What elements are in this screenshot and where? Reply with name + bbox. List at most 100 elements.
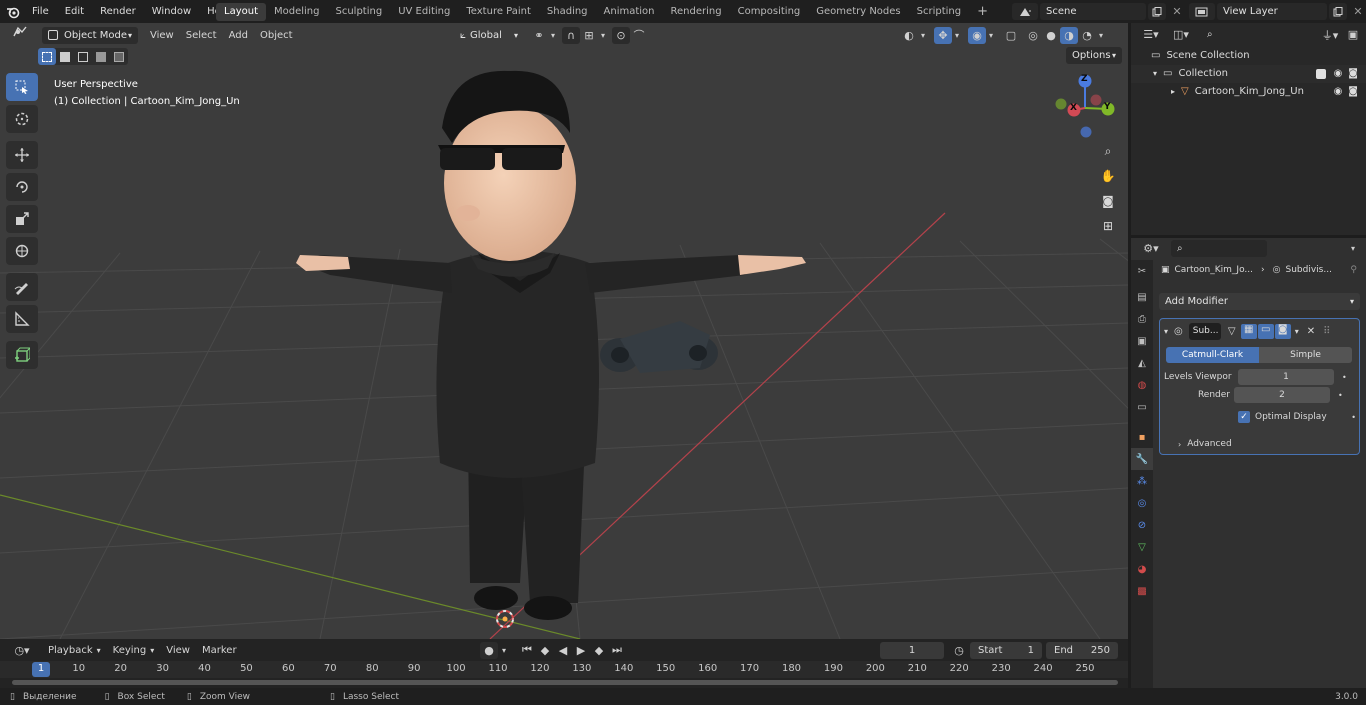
menu-edit[interactable]: Edit xyxy=(57,0,92,23)
menu-file[interactable]: File xyxy=(24,0,57,23)
viewport-menu-add[interactable]: Add xyxy=(223,27,254,44)
mode-dropdown[interactable]: Object Mode ▾ xyxy=(42,26,138,44)
modifier-name-field[interactable]: Sub... xyxy=(1188,322,1221,340)
cage-toggle-icon[interactable]: ▦ xyxy=(1240,323,1257,339)
viewport-menu-view[interactable]: View xyxy=(144,27,180,44)
xray-toggle-icon[interactable]: ▢ xyxy=(1002,27,1020,44)
keyframe-dot-icon[interactable]: • xyxy=(1351,413,1356,422)
catmull-clark-button[interactable]: Catmull-Clark xyxy=(1166,347,1259,363)
snap-magnet-icon[interactable]: ∩ xyxy=(562,26,580,44)
view-layer-tab-icon[interactable]: ▣ xyxy=(1131,330,1153,352)
chevron-down-icon[interactable]: ▾ xyxy=(598,27,608,44)
chevron-down-icon[interactable]: ▾ xyxy=(952,27,962,44)
outliner-row-object[interactable]: ▸ ▽ Cartoon_Kim_Jong_Un ◉ ◙ xyxy=(1131,83,1366,101)
optimal-display-checkbox[interactable]: ✓ xyxy=(1238,411,1250,423)
transform-orientation-dropdown[interactable]: ⟀ Global ▾ xyxy=(454,27,524,44)
chevron-down-icon[interactable]: ▾ xyxy=(1295,327,1299,336)
collection-tab-icon[interactable]: ▭ xyxy=(1131,396,1153,418)
timeline-scrollbar[interactable] xyxy=(12,680,1118,685)
select-invert-icon[interactable] xyxy=(92,48,110,65)
filter-icon[interactable]: ⏚▾ xyxy=(1316,26,1344,43)
new-collection-icon[interactable]: ▣ xyxy=(1344,26,1362,43)
chevron-down-icon[interactable]: ▾ xyxy=(498,642,510,659)
properties-search-input[interactable]: ⌕ xyxy=(1171,240,1267,257)
overlay-toggle-icon[interactable]: ◉ xyxy=(968,26,986,44)
object-tab-icon[interactable]: ▪ xyxy=(1131,426,1153,448)
scene-name-field[interactable]: Scene xyxy=(1040,3,1146,20)
options-dropdown[interactable]: Options ▾ xyxy=(1066,47,1122,64)
collapse-icon[interactable]: ▾ xyxy=(1164,327,1168,336)
tab-modeling[interactable]: Modeling xyxy=(266,3,328,21)
checkbox-icon[interactable] xyxy=(1315,69,1326,79)
simple-button[interactable]: Simple xyxy=(1259,347,1352,363)
camera-icon[interactable]: ◙ xyxy=(1097,190,1119,212)
zoom-icon[interactable]: ⌕ xyxy=(1097,140,1119,162)
expand-icon[interactable]: ▾ xyxy=(1153,65,1157,83)
render-levels-field[interactable]: 2 xyxy=(1234,387,1330,403)
tab-rendering[interactable]: Rendering xyxy=(663,3,730,21)
keying-menu[interactable]: Keying ▾ xyxy=(107,642,161,659)
texture-tab-icon[interactable]: ▩ xyxy=(1131,580,1153,602)
properties-editor-icon[interactable]: ⚙▾ xyxy=(1137,240,1165,257)
tab-compositing[interactable]: Compositing xyxy=(730,3,809,21)
tab-layout[interactable]: Layout xyxy=(216,3,266,21)
tab-scripting[interactable]: Scripting xyxy=(909,3,969,21)
jump-start-icon[interactable]: ⏮ xyxy=(518,642,536,659)
next-keyframe-icon[interactable]: ◆ xyxy=(590,642,608,659)
visibility-icon[interactable]: ◐ xyxy=(900,27,918,44)
modifier-tab-icon[interactable]: 🔧 xyxy=(1131,448,1153,470)
render-camera-icon[interactable]: ◙ xyxy=(1348,65,1358,83)
tab-shading[interactable]: Shading xyxy=(539,3,596,21)
view-layer-icon[interactable] xyxy=(1189,3,1215,20)
advanced-subpanel[interactable]: › Advanced xyxy=(1178,436,1232,452)
viewport-menu-object[interactable]: Object xyxy=(254,27,299,44)
gizmo-toggle-icon[interactable]: ✥ xyxy=(934,26,952,44)
tab-uv-editing[interactable]: UV Editing xyxy=(390,3,458,21)
record-icon[interactable]: ● xyxy=(480,641,498,659)
data-tab-icon[interactable]: ▽ xyxy=(1131,536,1153,558)
play-reverse-icon[interactable]: ◀ xyxy=(554,642,572,659)
select-intersect-icon[interactable] xyxy=(110,48,128,65)
render-toggle-icon[interactable]: ◙ xyxy=(1274,323,1291,339)
editor-type-dropdown[interactable] xyxy=(8,26,36,44)
select-subtract-icon[interactable] xyxy=(74,48,92,65)
output-tab-icon[interactable]: ⎙ xyxy=(1131,308,1153,330)
outliner-editor-icon[interactable]: ☰▾ xyxy=(1137,26,1165,43)
timeline-view-menu[interactable]: View xyxy=(160,642,196,659)
prev-keyframe-icon[interactable]: ◆ xyxy=(536,642,554,659)
shading-wireframe-icon[interactable]: ◎ xyxy=(1024,27,1042,44)
eye-icon[interactable]: ◉ xyxy=(1334,83,1343,101)
render-tab-icon[interactable]: ▤ xyxy=(1131,286,1153,308)
measure-tool-icon[interactable] xyxy=(6,305,38,333)
chevron-down-icon[interactable]: ▾ xyxy=(986,27,996,44)
render-camera-icon[interactable]: ◙ xyxy=(1348,83,1358,101)
proportional-edit-icon[interactable]: ⊙ xyxy=(612,26,630,44)
timeline-editor-icon[interactable]: ◷▾ xyxy=(8,642,36,659)
tab-sculpting[interactable]: Sculpting xyxy=(328,3,391,21)
pivot-icon[interactable]: ⚭ xyxy=(530,27,548,44)
tab-animation[interactable]: Animation xyxy=(596,3,663,21)
rotate-tool-icon[interactable] xyxy=(6,173,38,201)
marker-menu[interactable]: Marker xyxy=(196,642,243,659)
select-new-icon[interactable] xyxy=(38,48,56,65)
levels-viewport-field[interactable]: 1 xyxy=(1238,369,1334,385)
menu-render[interactable]: Render xyxy=(92,0,144,23)
scene-tab-icon[interactable]: ◭ xyxy=(1131,352,1153,374)
add-workspace-button[interactable]: + xyxy=(969,3,996,21)
chevron-down-icon[interactable]: ▾ xyxy=(918,27,928,44)
scale-tool-icon[interactable] xyxy=(6,205,38,233)
particles-tab-icon[interactable]: ⁂ xyxy=(1131,470,1153,492)
delete-scene-icon[interactable]: ✕ xyxy=(1168,3,1186,20)
shading-material-icon[interactable]: ◑ xyxy=(1060,26,1078,44)
navigation-gizmo[interactable]: Z X Y xyxy=(1050,73,1120,143)
start-frame-field[interactable]: Start 1 xyxy=(970,641,1042,659)
remove-modifier-icon[interactable]: ✕ xyxy=(1307,326,1315,337)
new-view-layer-icon[interactable] xyxy=(1329,3,1347,20)
menu-window[interactable]: Window xyxy=(144,0,199,23)
move-tool-icon[interactable] xyxy=(6,141,38,169)
view-layer-field[interactable]: View Layer xyxy=(1217,3,1327,20)
snap-target-icon[interactable]: ⊞ xyxy=(580,27,598,44)
drag-handle-icon[interactable]: ⠿ xyxy=(1323,326,1330,337)
delete-view-layer-icon[interactable]: ✕ xyxy=(1349,3,1366,20)
world-tab-icon[interactable]: ◍ xyxy=(1131,374,1153,396)
